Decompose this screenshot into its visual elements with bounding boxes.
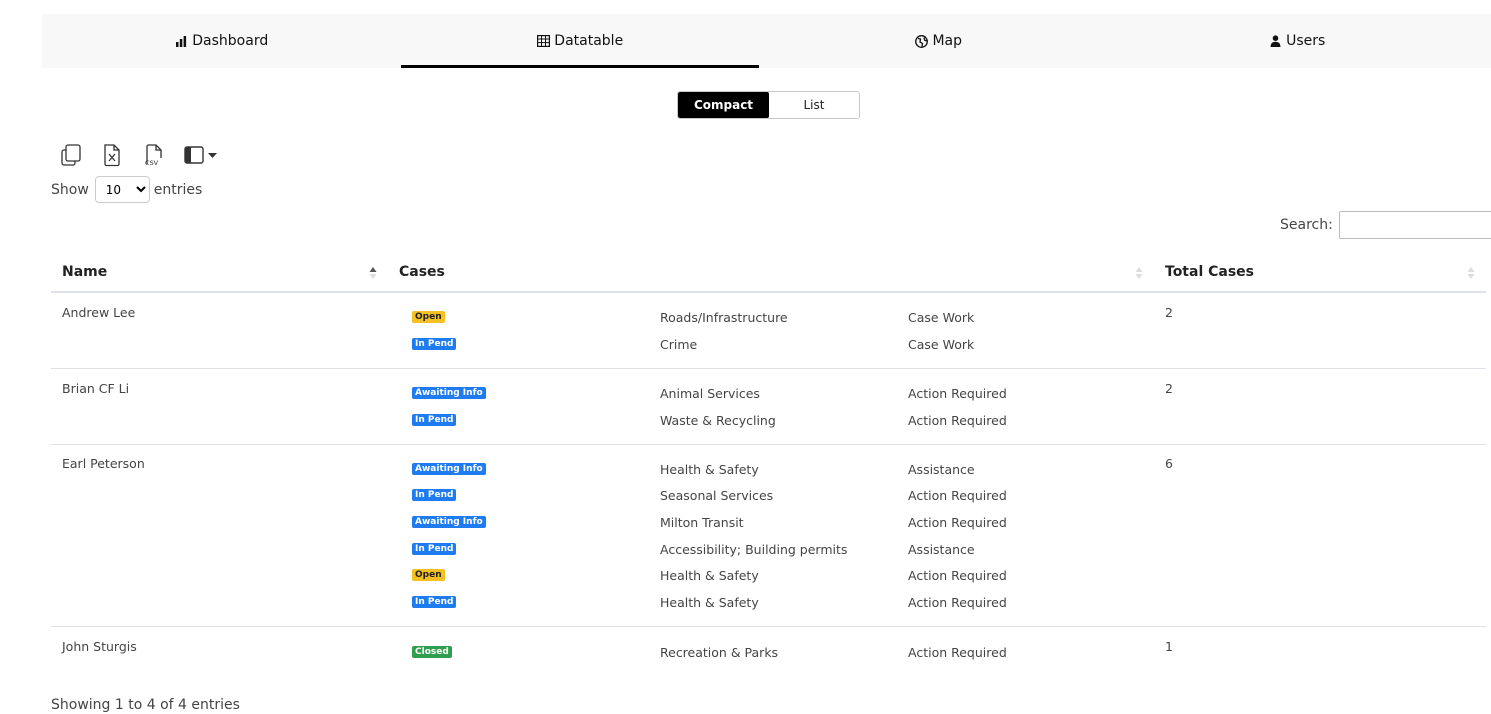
page-length-select[interactable]: 10 — [94, 176, 150, 203]
top-nav: Dashboard Datatable Map Users — [42, 14, 1491, 68]
case-category: Health & Safety — [660, 461, 759, 477]
case-line: In Pend Seasonal Services Action Require… — [412, 485, 1112, 505]
compact-view-button[interactable]: Compact — [678, 92, 769, 118]
case-line: In Pend Crime Case Work — [412, 334, 1112, 354]
case-type: Action Required — [908, 487, 1007, 503]
case-line: In Pend Health & Safety Action Required — [412, 592, 1112, 612]
case-category: Waste & Recycling — [660, 412, 776, 428]
sort-icon[interactable] — [1135, 263, 1143, 279]
case-category: Recreation & Parks — [660, 644, 779, 660]
case-type: Case Work — [908, 336, 975, 352]
case-line: In Pend Waste & Recycling Action Require… — [412, 410, 1112, 430]
case-line: Open Roads/Infrastructure Case Work — [412, 307, 1112, 327]
tab-label: Map — [932, 33, 963, 49]
tab-users[interactable]: Users — [1118, 14, 1477, 68]
bar-chart-icon — [174, 34, 188, 48]
export-toolbar: CSV — [60, 143, 221, 167]
status-badge: In Pend — [412, 596, 457, 608]
case-category: Accessibility; Building permits — [660, 541, 848, 557]
row-total: 2 — [1165, 305, 1173, 320]
table-row: Andrew Lee Open Roads/Infrastructure Cas… — [51, 293, 1486, 369]
status-badge: Closed — [412, 646, 452, 658]
row-name: John Sturgis — [62, 639, 137, 654]
case-type: Action Required — [908, 385, 1007, 401]
table-header: Name Cases Total Cases — [51, 252, 1486, 293]
globe-icon — [914, 34, 928, 48]
status-badge: In Pend — [412, 543, 457, 555]
row-total: 2 — [1165, 381, 1173, 396]
tab-map[interactable]: Map — [759, 14, 1118, 68]
case-category: Milton Transit — [660, 514, 744, 530]
case-type: Action Required — [908, 594, 1007, 610]
tab-datatable[interactable]: Datatable — [400, 14, 760, 68]
case-category: Crime — [660, 336, 698, 352]
table-row: John Sturgis Closed Recreation & Parks A… — [51, 627, 1486, 675]
cases-table: Name Cases Total Cases Andrew Lee Open R… — [51, 252, 1486, 675]
case-type: Case Work — [908, 309, 975, 325]
entries-label: entries — [153, 181, 203, 198]
case-type: Action Required — [908, 644, 1007, 660]
excel-icon[interactable] — [101, 143, 123, 167]
table-row: Earl Peterson Awaiting Info Health & Saf… — [51, 445, 1486, 627]
status-badge: Open — [412, 311, 445, 323]
length-control: Show 10 entries — [51, 176, 202, 203]
search-label: Search: — [1280, 217, 1333, 233]
status-badge: In Pend — [412, 338, 457, 350]
column-header-cases[interactable]: Cases — [399, 252, 445, 291]
case-type: Action Required — [908, 514, 1007, 530]
tab-dashboard[interactable]: Dashboard — [42, 14, 401, 68]
case-type: Assistance — [908, 461, 975, 477]
svg-text:CSV: CSV — [145, 159, 159, 167]
tab-label: Dashboard — [192, 33, 269, 49]
copy-icon[interactable] — [60, 143, 82, 167]
case-type: Action Required — [908, 412, 1007, 428]
status-badge: Awaiting Info — [412, 387, 486, 399]
case-line: Awaiting Info Animal Services Action Req… — [412, 383, 1112, 403]
case-category: Roads/Infrastructure — [660, 309, 788, 325]
status-badge: Awaiting Info — [412, 463, 486, 475]
view-toggle: Compact List — [677, 91, 860, 119]
status-badge: Open — [412, 569, 445, 581]
row-total: 1 — [1165, 639, 1173, 654]
case-type: Assistance — [908, 541, 975, 557]
row-total: 6 — [1165, 456, 1173, 471]
sort-asc-icon[interactable] — [369, 263, 377, 279]
status-badge: In Pend — [412, 489, 457, 501]
case-type: Action Required — [908, 567, 1007, 583]
table-row: Brian CF Li Awaiting Info Animal Service… — [51, 369, 1486, 445]
table-icon — [536, 34, 550, 48]
table-info: Showing 1 to 4 of 4 entries — [51, 697, 240, 713]
show-label: Show — [51, 181, 89, 198]
case-category: Health & Safety — [660, 567, 759, 583]
case-category: Seasonal Services — [660, 487, 774, 503]
search-input[interactable] — [1338, 211, 1491, 239]
tab-label: Datatable — [554, 33, 624, 49]
case-line: Open Health & Safety Action Required — [412, 565, 1112, 585]
sort-icon[interactable] — [1467, 263, 1475, 279]
row-name: Brian CF Li — [62, 381, 130, 396]
case-category: Animal Services — [660, 385, 760, 401]
status-badge: Awaiting Info — [412, 516, 486, 528]
column-header-name[interactable]: Name — [62, 252, 107, 291]
case-line: Awaiting Info Health & Safety Assistance — [412, 459, 1112, 479]
row-name: Andrew Lee — [62, 305, 136, 320]
user-icon — [1268, 34, 1282, 48]
search-control: Search: — [1280, 211, 1491, 239]
case-line: Closed Recreation & Parks Action Require… — [412, 642, 1112, 662]
row-name: Earl Peterson — [62, 456, 145, 471]
csv-icon[interactable]: CSV — [142, 143, 164, 167]
case-category: Health & Safety — [660, 594, 759, 610]
status-badge: In Pend — [412, 414, 457, 426]
case-line: Awaiting Info Milton Transit Action Requ… — [412, 512, 1112, 532]
column-visibility-icon[interactable] — [183, 143, 221, 167]
tab-label: Users — [1286, 33, 1326, 49]
case-line: In Pend Accessibility; Building permits … — [412, 539, 1112, 559]
column-header-total[interactable]: Total Cases — [1165, 252, 1254, 291]
list-view-button[interactable]: List — [769, 92, 859, 118]
